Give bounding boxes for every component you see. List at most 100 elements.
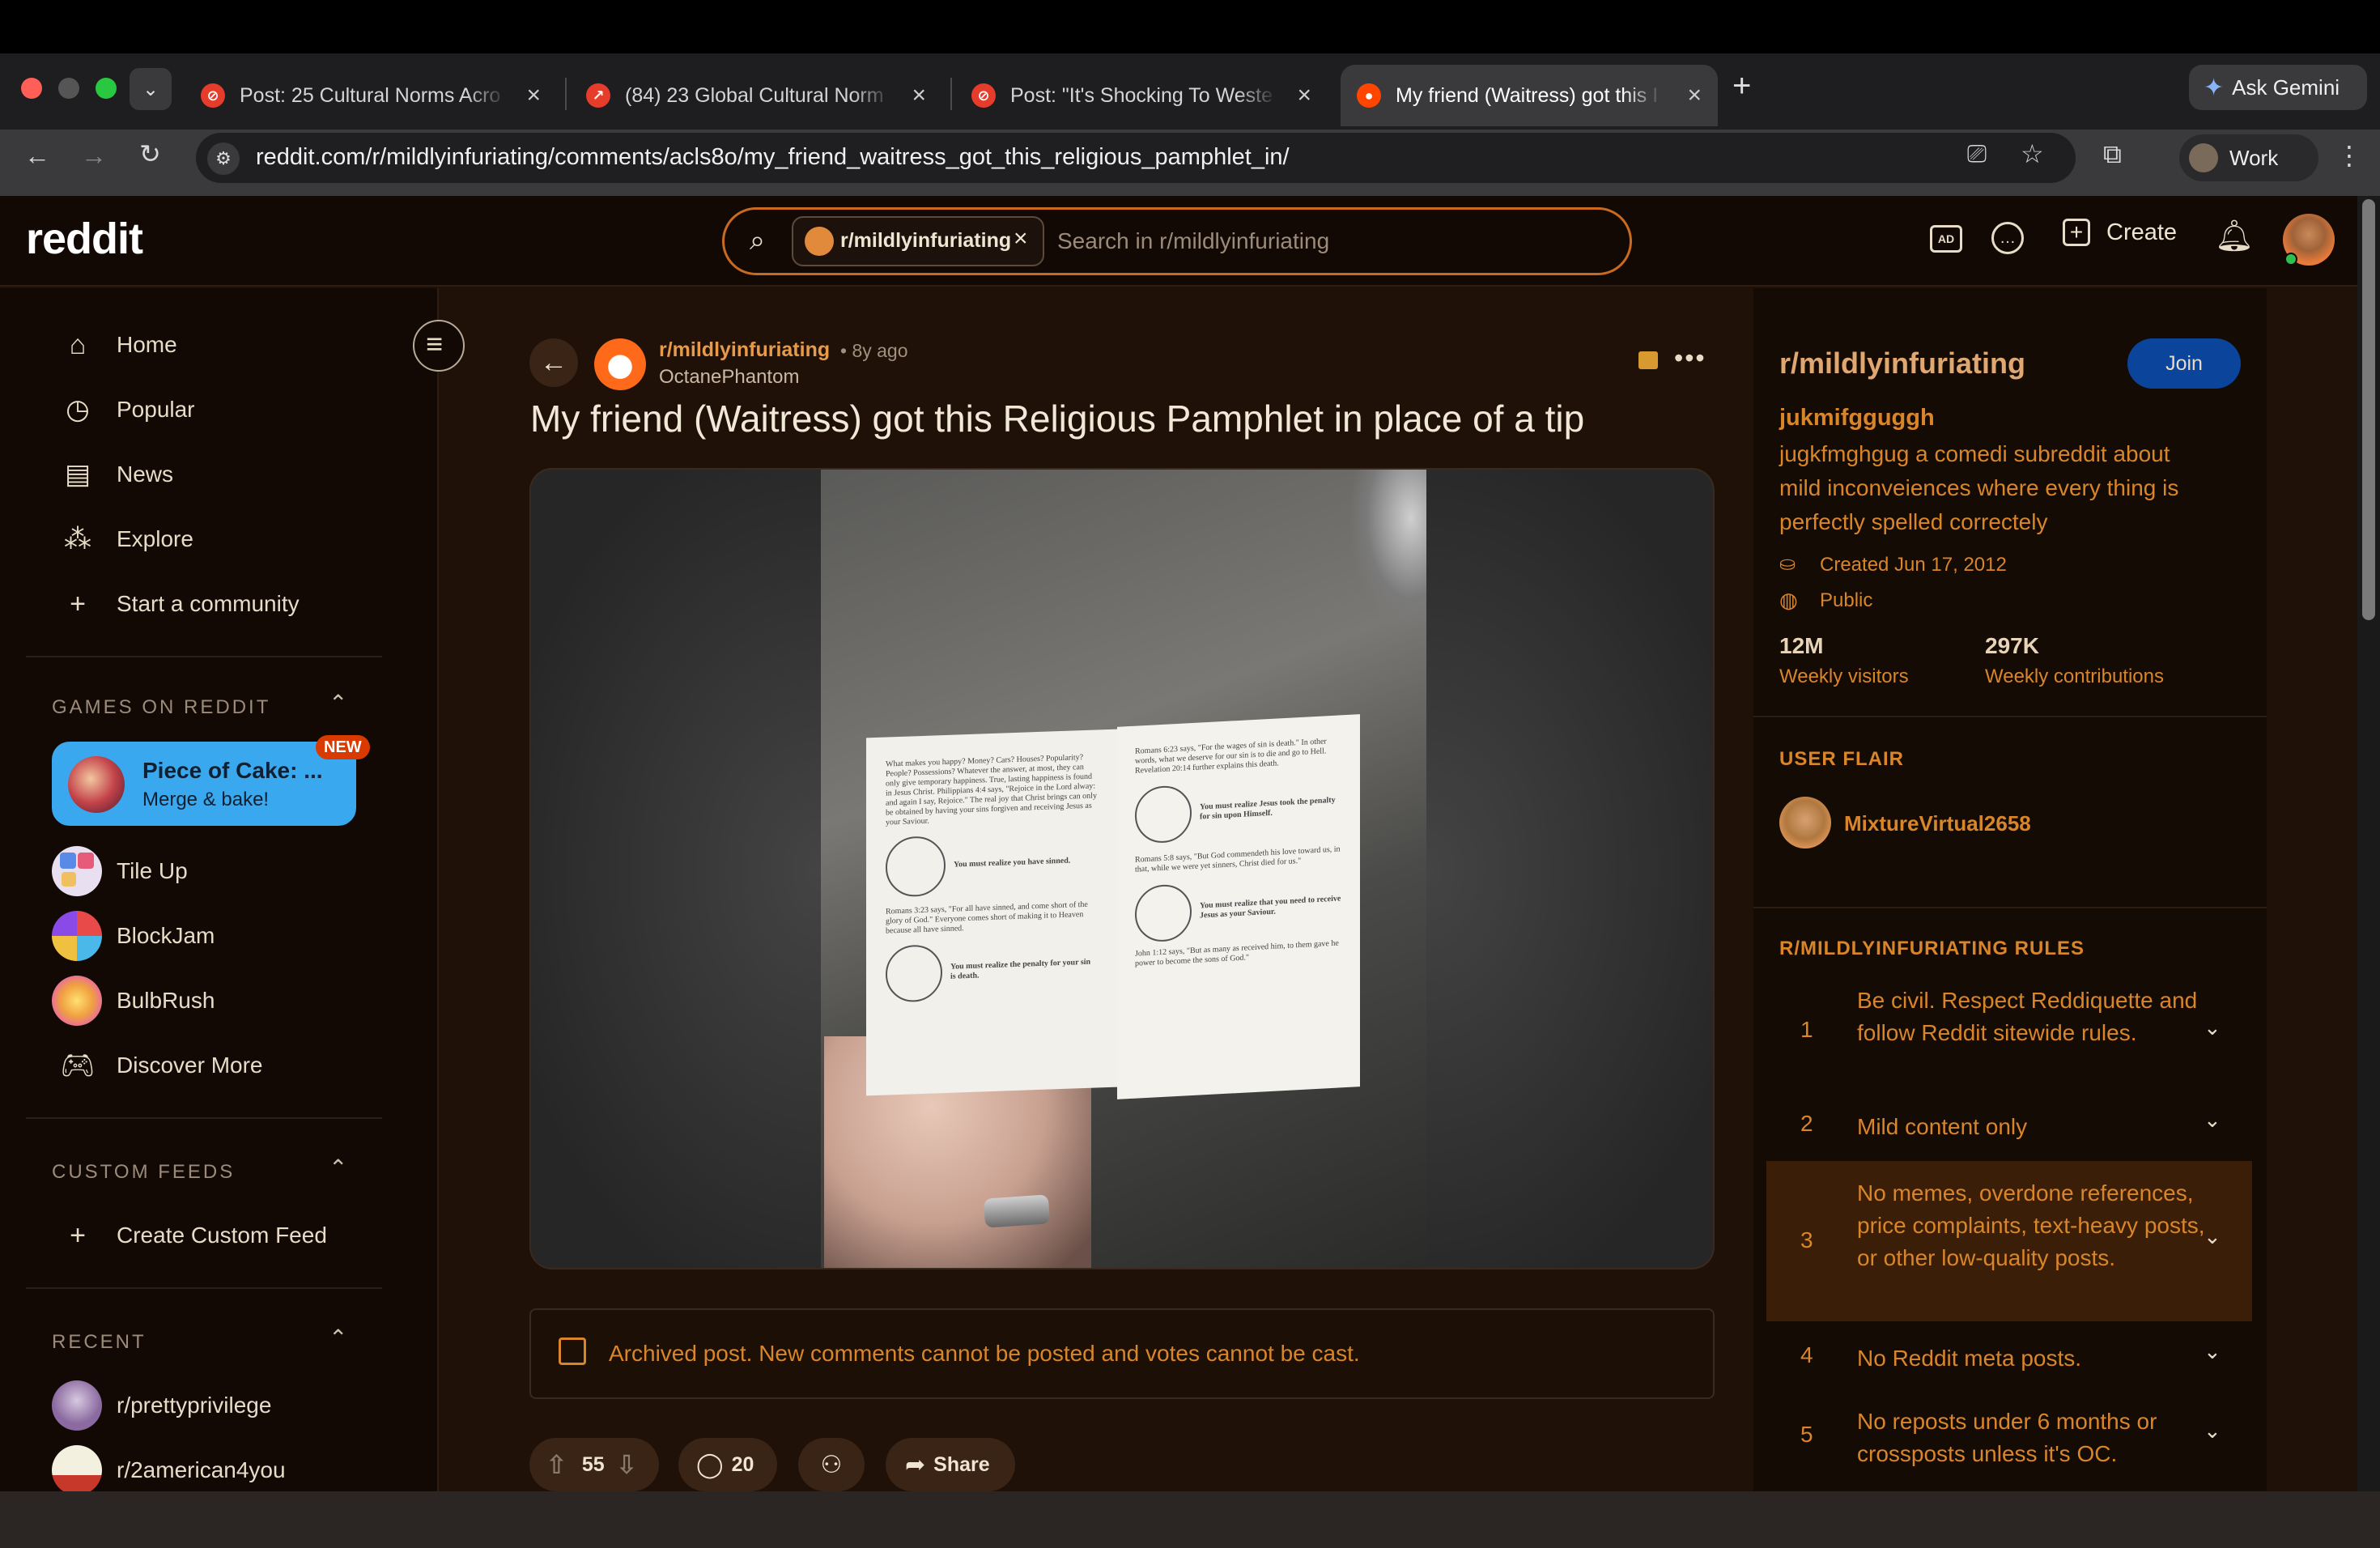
prettyprivilege-avatar xyxy=(52,1380,102,1431)
tab-1[interactable]: ⊘ Post: 25 Cultural Norms Acro × xyxy=(185,65,557,126)
sidebar-game-blockjam[interactable]: BlockJam xyxy=(117,912,215,960)
profile-button[interactable]: Work xyxy=(2179,134,2318,181)
pamphlet-left-page: What makes you happy? Money? Cars? House… xyxy=(866,729,1117,1096)
custom-feeds-header[interactable]: CUSTOM FEEDS xyxy=(52,1161,235,1184)
post-image[interactable]: What makes you happy? Money? Cars? House… xyxy=(529,468,1715,1269)
profile-avatar xyxy=(2189,143,2218,172)
rule-2[interactable]: 2 Mild content only ⌄ xyxy=(1766,1108,2252,1151)
rule-4[interactable]: 4 No Reddit meta posts. ⌄ xyxy=(1766,1339,2252,1383)
downvote-icon[interactable]: ⇩ xyxy=(616,1449,638,1480)
tab-search-chevron-icon[interactable]: ⌄ xyxy=(130,68,172,110)
minimize-window-button[interactable] xyxy=(58,78,79,99)
post-author[interactable]: OctanePhantom xyxy=(659,366,799,389)
plus-icon: + xyxy=(70,588,86,619)
photo-ring xyxy=(983,1194,1051,1228)
subreddit-avatar[interactable] xyxy=(594,338,646,390)
popular-icon: ◷ xyxy=(66,394,90,425)
comments-button[interactable]: ◯ 20 xyxy=(678,1438,777,1491)
recent-item-2american4you[interactable]: r/2american4you xyxy=(117,1446,286,1495)
rule-3[interactable]: 3 No memes, overdone references, price c… xyxy=(1766,1177,2252,1315)
sidebar-game-tile-up[interactable]: Tile Up xyxy=(117,847,188,895)
archived-notice-text: Archived post. New comments cannot be po… xyxy=(609,1341,1360,1366)
award-ribbon-icon: ⚇ xyxy=(820,1451,843,1478)
more-options-icon[interactable]: ••• xyxy=(1674,343,1706,373)
recent-header[interactable]: RECENT xyxy=(52,1331,147,1354)
scrollbar-thumb[interactable] xyxy=(2362,199,2375,620)
reddit-favicon-icon: ⊘ xyxy=(201,83,225,108)
bookmark-star-icon[interactable]: ☆ xyxy=(2021,141,2044,167)
maximize-window-button[interactable] xyxy=(96,78,117,99)
blockjam-avatar xyxy=(52,911,102,961)
sidebar-item-start-community[interactable]: + Start a community xyxy=(62,580,300,628)
back-arrow-icon: ← xyxy=(540,347,567,378)
post-age: • 8y ago xyxy=(840,340,908,361)
site-settings-icon[interactable]: ⚙ xyxy=(207,142,240,175)
ask-gemini-button[interactable]: ✦ Ask Gemini xyxy=(2189,65,2367,110)
new-tab-button[interactable]: + xyxy=(1732,68,1751,104)
close-window-button[interactable] xyxy=(21,78,42,99)
extensions-puzzle-icon[interactable]: ⧉ xyxy=(2103,141,2122,167)
flair-avatar xyxy=(1779,797,1831,848)
gemini-sparkle-icon: ✦ xyxy=(2204,74,2225,101)
bottom-strip xyxy=(0,1491,2380,1548)
tab-4-active[interactable]: ● My friend (Waitress) got this I × xyxy=(1341,65,1718,126)
sidebar-game-bulbrush[interactable]: BulbRush xyxy=(117,976,215,1025)
chat-icon[interactable]: … xyxy=(1991,222,2024,254)
post-title: My friend (Waitress) got this Religious … xyxy=(530,398,1585,440)
rule-5[interactable]: 5 No reposts under 6 months or crosspost… xyxy=(1766,1406,2252,1478)
chart-favicon-icon: ↗ xyxy=(586,83,610,108)
sidebar-discover-more[interactable]: 🎮︎ Discover More xyxy=(60,1041,262,1090)
collapse-chevron-icon[interactable]: ⌃ xyxy=(329,1155,347,1181)
award-button[interactable]: ⚇ xyxy=(798,1438,865,1491)
forward-arrow-icon[interactable]: → xyxy=(81,142,107,168)
reddit-logo[interactable]: reddit xyxy=(26,214,143,264)
collapse-chevron-icon[interactable]: ⌃ xyxy=(329,1325,347,1351)
close-tab-icon[interactable]: × xyxy=(526,82,541,109)
image-blur-right xyxy=(1426,470,1713,1268)
join-button[interactable]: Join xyxy=(2127,338,2241,389)
post-subreddit-link[interactable]: r/mildlyinfuriating xyxy=(659,338,830,362)
browser-menu-kebab-icon[interactable]: ⋮ xyxy=(2336,142,2362,168)
sidebar-item-home[interactable]: ⌂ Home xyxy=(62,321,177,369)
chevron-down-icon: ⌄ xyxy=(2204,1339,2221,1363)
featured-game-subtitle: Merge & bake! xyxy=(142,789,270,810)
cake-icon: ⛀ xyxy=(1779,553,1796,575)
back-arrow-icon[interactable]: ← xyxy=(24,142,50,168)
collapse-chevron-icon[interactable]: ⌃ xyxy=(329,690,347,717)
tab-3[interactable]: ⊘ Post: "It's Shocking To Weste × xyxy=(955,65,1328,126)
close-tab-icon[interactable]: × xyxy=(912,82,926,109)
reload-icon[interactable]: ↻ xyxy=(139,141,161,167)
recent-item-prettyprivilege[interactable]: r/prettyprivilege xyxy=(117,1381,271,1430)
chevron-down-icon: ⌄ xyxy=(2204,1015,2221,1040)
sidebar-item-explore[interactable]: ⁂ Explore xyxy=(62,515,193,563)
chevron-down-icon: ⌄ xyxy=(2204,1108,2221,1132)
featured-game-title: Piece of Cake: ... xyxy=(142,758,323,783)
url-text[interactable]: reddit.com/r/mildlyinfuriating/comments/… xyxy=(256,144,1290,171)
divider xyxy=(26,1117,382,1119)
share-button[interactable]: ➦ Share xyxy=(886,1438,1015,1491)
home-icon: ⌂ xyxy=(69,329,87,360)
rule-1[interactable]: 1 Be civil. Respect Reddiquette and foll… xyxy=(1766,985,2252,1082)
news-icon: ▤ xyxy=(64,459,91,490)
user-flair-name[interactable]: MixtureVirtual2658 xyxy=(1844,811,2031,836)
archive-box-icon xyxy=(559,1337,586,1365)
tab-2[interactable]: ↗ (84) 23 Global Cultural Norm × xyxy=(570,65,942,126)
divider xyxy=(26,1287,382,1289)
search-input[interactable]: Search in r/mildlyinfuriating xyxy=(1057,228,1329,254)
sidebar-item-popular[interactable]: ◷ Popular xyxy=(62,385,194,434)
create-post-button[interactable]: + Create xyxy=(2063,219,2177,246)
community-visibility: Public xyxy=(1820,589,1873,611)
hamburger-menu-icon: ≡ xyxy=(426,327,444,360)
remove-chip-icon[interactable]: × xyxy=(1014,225,1028,253)
games-section-header[interactable]: GAMES ON REDDIT xyxy=(52,696,270,719)
sidebar-item-news[interactable]: ▤ News xyxy=(62,450,173,499)
install-app-icon[interactable]: ⎚ xyxy=(1967,142,1987,167)
close-tab-icon[interactable]: × xyxy=(1687,82,1702,109)
notifications-bell-icon[interactable]: 🔔︎ xyxy=(2215,219,2254,254)
advertise-icon[interactable]: AD xyxy=(1930,225,1962,253)
community-name[interactable]: r/mildlyinfuriating xyxy=(1779,347,2025,381)
upvote-icon[interactable]: ⇧ xyxy=(546,1449,567,1480)
back-button[interactable]: ← xyxy=(529,338,578,387)
create-custom-feed[interactable]: + Create Custom Feed xyxy=(62,1211,327,1260)
close-tab-icon[interactable]: × xyxy=(1297,82,1311,109)
